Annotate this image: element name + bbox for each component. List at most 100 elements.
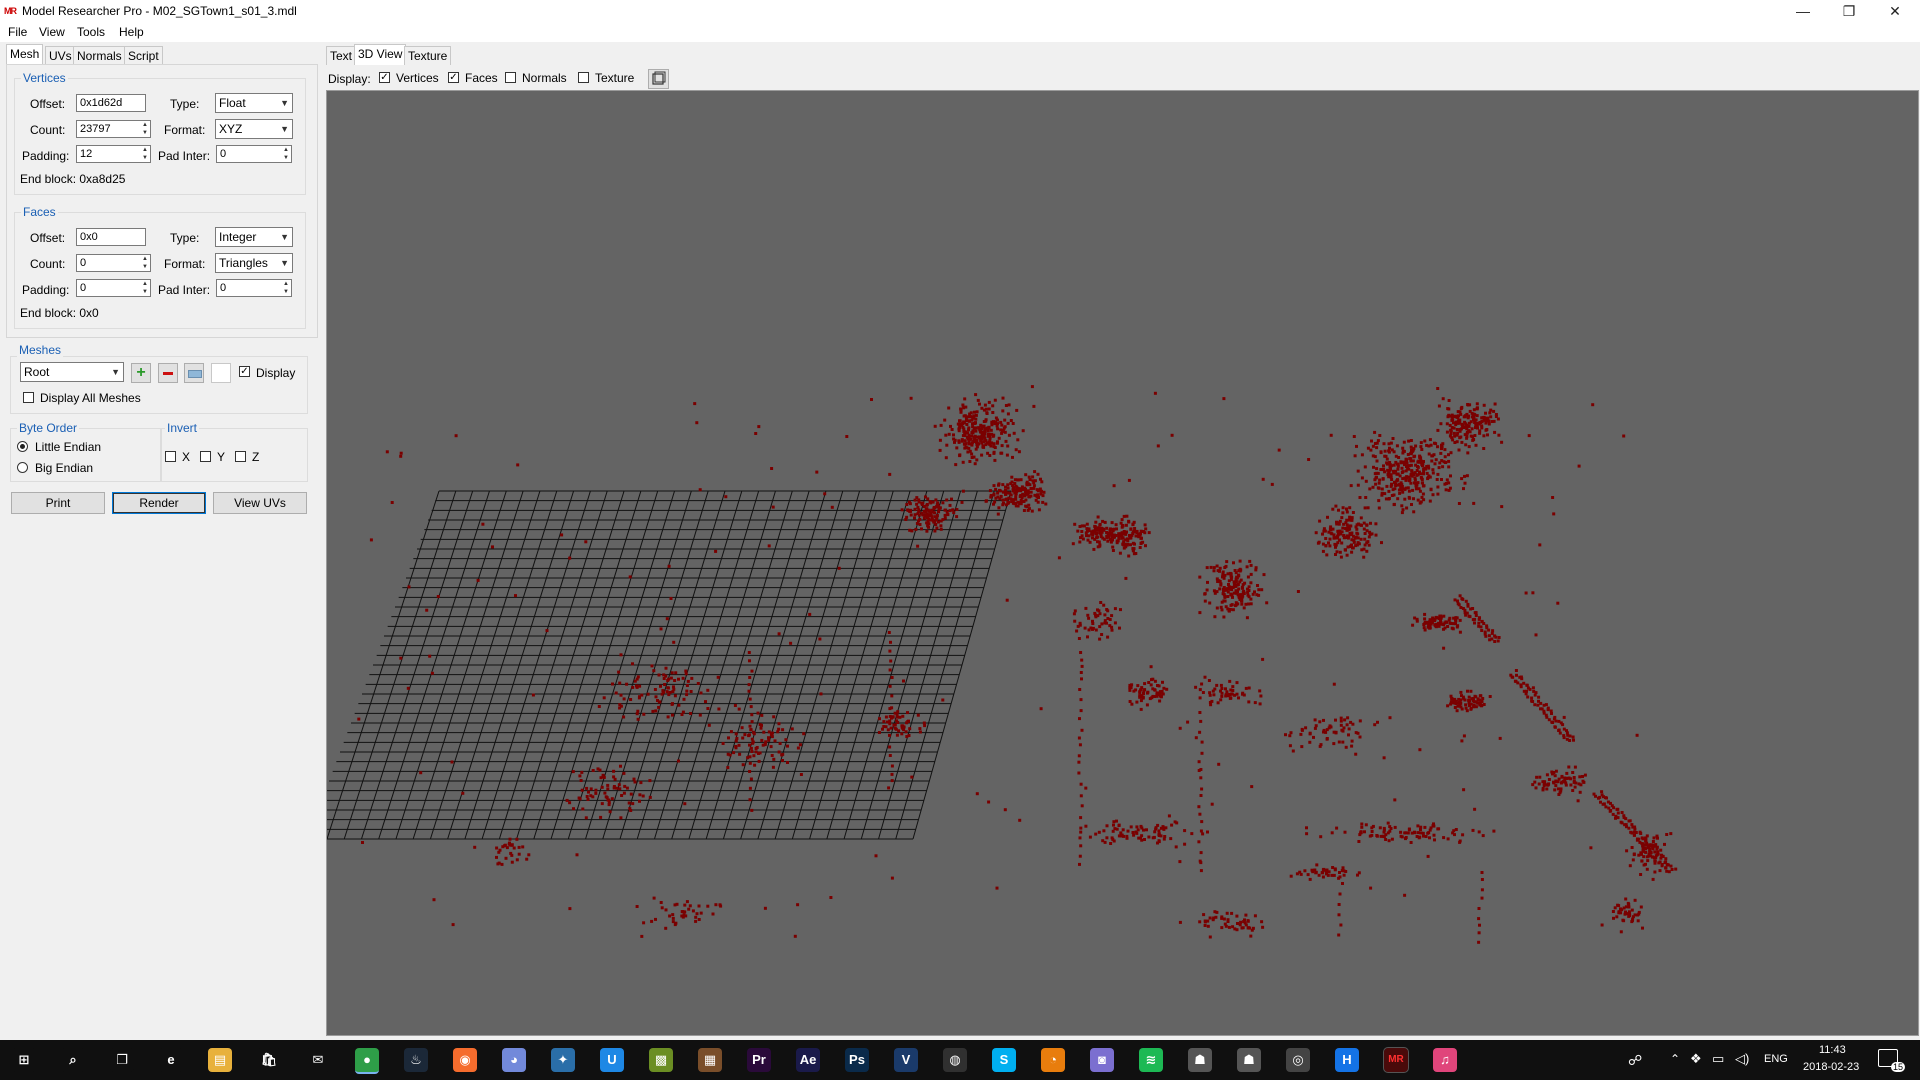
premiere-icon[interactable]: Pr [747, 1048, 771, 1072]
clock-time[interactable]: 11:43 [1819, 1044, 1846, 1056]
spin-arrows-icon[interactable]: ▲ ▼ [140, 280, 150, 296]
blender-icon[interactable]: ✦ [551, 1048, 575, 1072]
tab-script[interactable]: Script [124, 46, 163, 65]
mail-icon[interactable]: ✉ [306, 1048, 330, 1072]
language-indicator[interactable]: ENG [1764, 1053, 1788, 1065]
vertices-type-select[interactable]: Float ▼ [215, 93, 293, 113]
vertex-point [1569, 777, 1573, 781]
big-endian-radio[interactable] [17, 462, 28, 473]
vertex-point [1077, 754, 1081, 758]
vertices-format-select[interactable]: XYZ ▼ [215, 119, 293, 139]
task-view-icon[interactable]: ❐ [110, 1048, 134, 1072]
invert-x-checkbox[interactable] [165, 451, 176, 462]
vertex-point [971, 429, 975, 433]
display-checkbox[interactable]: ✓ [239, 366, 250, 377]
tab-3d-view[interactable]: 3D View [354, 44, 407, 65]
faces-padinter-stepper[interactable]: 0 ▲ ▼ [216, 279, 292, 297]
after-effects-icon[interactable]: Ae [796, 1048, 820, 1072]
vertex-point [697, 918, 701, 921]
gimp-2-icon[interactable]: ☗ [1237, 1048, 1261, 1072]
terraria-icon[interactable]: ▦ [698, 1048, 722, 1072]
person-icon[interactable]: ☍ [1628, 1052, 1642, 1069]
point-cloud-canvas[interactable] [326, 91, 1918, 1035]
spin-arrows-icon[interactable]: ▲ ▼ [140, 121, 150, 137]
vegas-icon[interactable]: V [894, 1048, 918, 1072]
menu-view[interactable]: View [39, 25, 65, 39]
uplay-icon[interactable]: U [600, 1048, 624, 1072]
chrome-icon[interactable]: ● [355, 1048, 379, 1074]
vertices-padinter-stepper[interactable]: 0 ▲ ▼ [216, 145, 292, 163]
store-icon[interactable]: 🛍 [257, 1048, 281, 1072]
vertices-padding-stepper[interactable]: 12 ▲ ▼ [76, 145, 151, 163]
minecraft-icon[interactable]: ▩ [649, 1048, 673, 1072]
vertices-offset-input[interactable]: 0x1d62d [76, 94, 146, 112]
maximize-button[interactable]: ❐ [1826, 0, 1872, 22]
invert-z-checkbox[interactable] [235, 451, 246, 462]
faces-display-checkbox[interactable]: ✓ [448, 72, 459, 83]
mesh-color-swatch[interactable] [211, 363, 231, 383]
close-button[interactable]: ✕ [1872, 0, 1918, 22]
faces-offset-input[interactable]: 0x0 [76, 228, 146, 246]
tab-text[interactable]: Text [326, 46, 357, 65]
obs-icon[interactable]: ◎ [1286, 1048, 1310, 1072]
tab-uvs[interactable]: UVs [45, 46, 76, 65]
spotify-icon[interactable]: ≋ [1139, 1048, 1163, 1072]
faces-padding-stepper[interactable]: 0 ▲ ▼ [76, 279, 151, 297]
tab-texture[interactable]: Texture [404, 46, 452, 65]
mesh-select[interactable]: Root ▼ [20, 362, 124, 382]
menu-file[interactable]: File [8, 25, 27, 39]
remove-mesh-button[interactable] [158, 363, 178, 383]
search-icon[interactable]: ⌕ [61, 1048, 85, 1072]
menu-help[interactable]: Help [119, 25, 144, 39]
file-explorer-icon[interactable]: ▤ [208, 1048, 232, 1072]
add-mesh-button[interactable]: + [131, 363, 151, 383]
view-uvs-button[interactable]: View UVs [213, 492, 307, 514]
display-all-meshes-checkbox[interactable] [23, 392, 34, 403]
spin-arrows-icon[interactable]: ▲ ▼ [140, 146, 150, 162]
vertex-point [1016, 478, 1020, 482]
skype-icon[interactable]: S [992, 1048, 1016, 1072]
blender-2-icon[interactable]: ◔ [1041, 1048, 1065, 1072]
vertex-point [1412, 510, 1416, 514]
faces-format-select[interactable]: Triangles ▼ [215, 253, 293, 273]
origin-icon[interactable]: ◉ [453, 1048, 477, 1072]
spin-arrows-icon[interactable]: ▲ ▼ [281, 146, 291, 162]
faces-count-stepper[interactable]: 0 ▲ ▼ [76, 254, 151, 272]
photoshop-icon[interactable]: Ps [845, 1048, 869, 1072]
normals-display-checkbox[interactable] [505, 72, 516, 83]
little-endian-radio[interactable] [17, 441, 28, 452]
reset-camera-button[interactable] [648, 69, 669, 89]
hotkey-icon[interactable]: H [1335, 1048, 1359, 1072]
edit-mesh-button[interactable] [184, 363, 204, 383]
volume-icon[interactable]: ◁) [1735, 1051, 1749, 1067]
menu-tools[interactable]: Tools [77, 25, 105, 39]
gimp-icon[interactable]: ☗ [1188, 1048, 1212, 1072]
tab-normals[interactable]: Normals [73, 46, 126, 65]
print-button[interactable]: Print [11, 492, 105, 514]
windows-icon[interactable]: ⊞ [12, 1048, 36, 1072]
vertices-count-stepper[interactable]: 23797 ▲ ▼ [76, 120, 151, 138]
tab-mesh[interactable]: Mesh [6, 44, 44, 65]
texture-display-checkbox[interactable] [578, 72, 589, 83]
faces-type-select[interactable]: Integer ▼ [215, 227, 293, 247]
model-researcher-icon[interactable]: MR [1383, 1047, 1409, 1073]
spin-arrows-icon[interactable]: ▲ ▼ [281, 280, 291, 296]
dropbox-icon[interactable]: ❖ [1690, 1051, 1702, 1067]
vertex-point [931, 510, 935, 514]
3d-viewport[interactable] [326, 90, 1919, 1036]
discord-icon[interactable]: ◕ [502, 1048, 526, 1072]
edge-icon[interactable]: e [159, 1048, 183, 1072]
vertices-display-checkbox[interactable]: ✓ [379, 72, 390, 83]
network-icon[interactable]: ▭ [1712, 1051, 1724, 1067]
minimize-button[interactable]: — [1780, 0, 1826, 22]
steam-icon[interactable]: ♨ [404, 1048, 428, 1072]
render-button[interactable]: Render [112, 492, 206, 514]
spin-arrows-icon[interactable]: ▲ ▼ [140, 255, 150, 271]
itunes-icon[interactable]: ♫ [1433, 1048, 1457, 1072]
invert-y-checkbox[interactable] [200, 451, 211, 462]
chevron-up-icon[interactable]: ⌃ [1670, 1052, 1680, 1066]
vertex-point [1249, 934, 1253, 938]
clock-date[interactable]: 2018-02-23 [1803, 1061, 1859, 1073]
davinci-icon[interactable]: ◍ [943, 1048, 967, 1072]
notification-app-icon[interactable]: ◙ [1090, 1048, 1114, 1072]
